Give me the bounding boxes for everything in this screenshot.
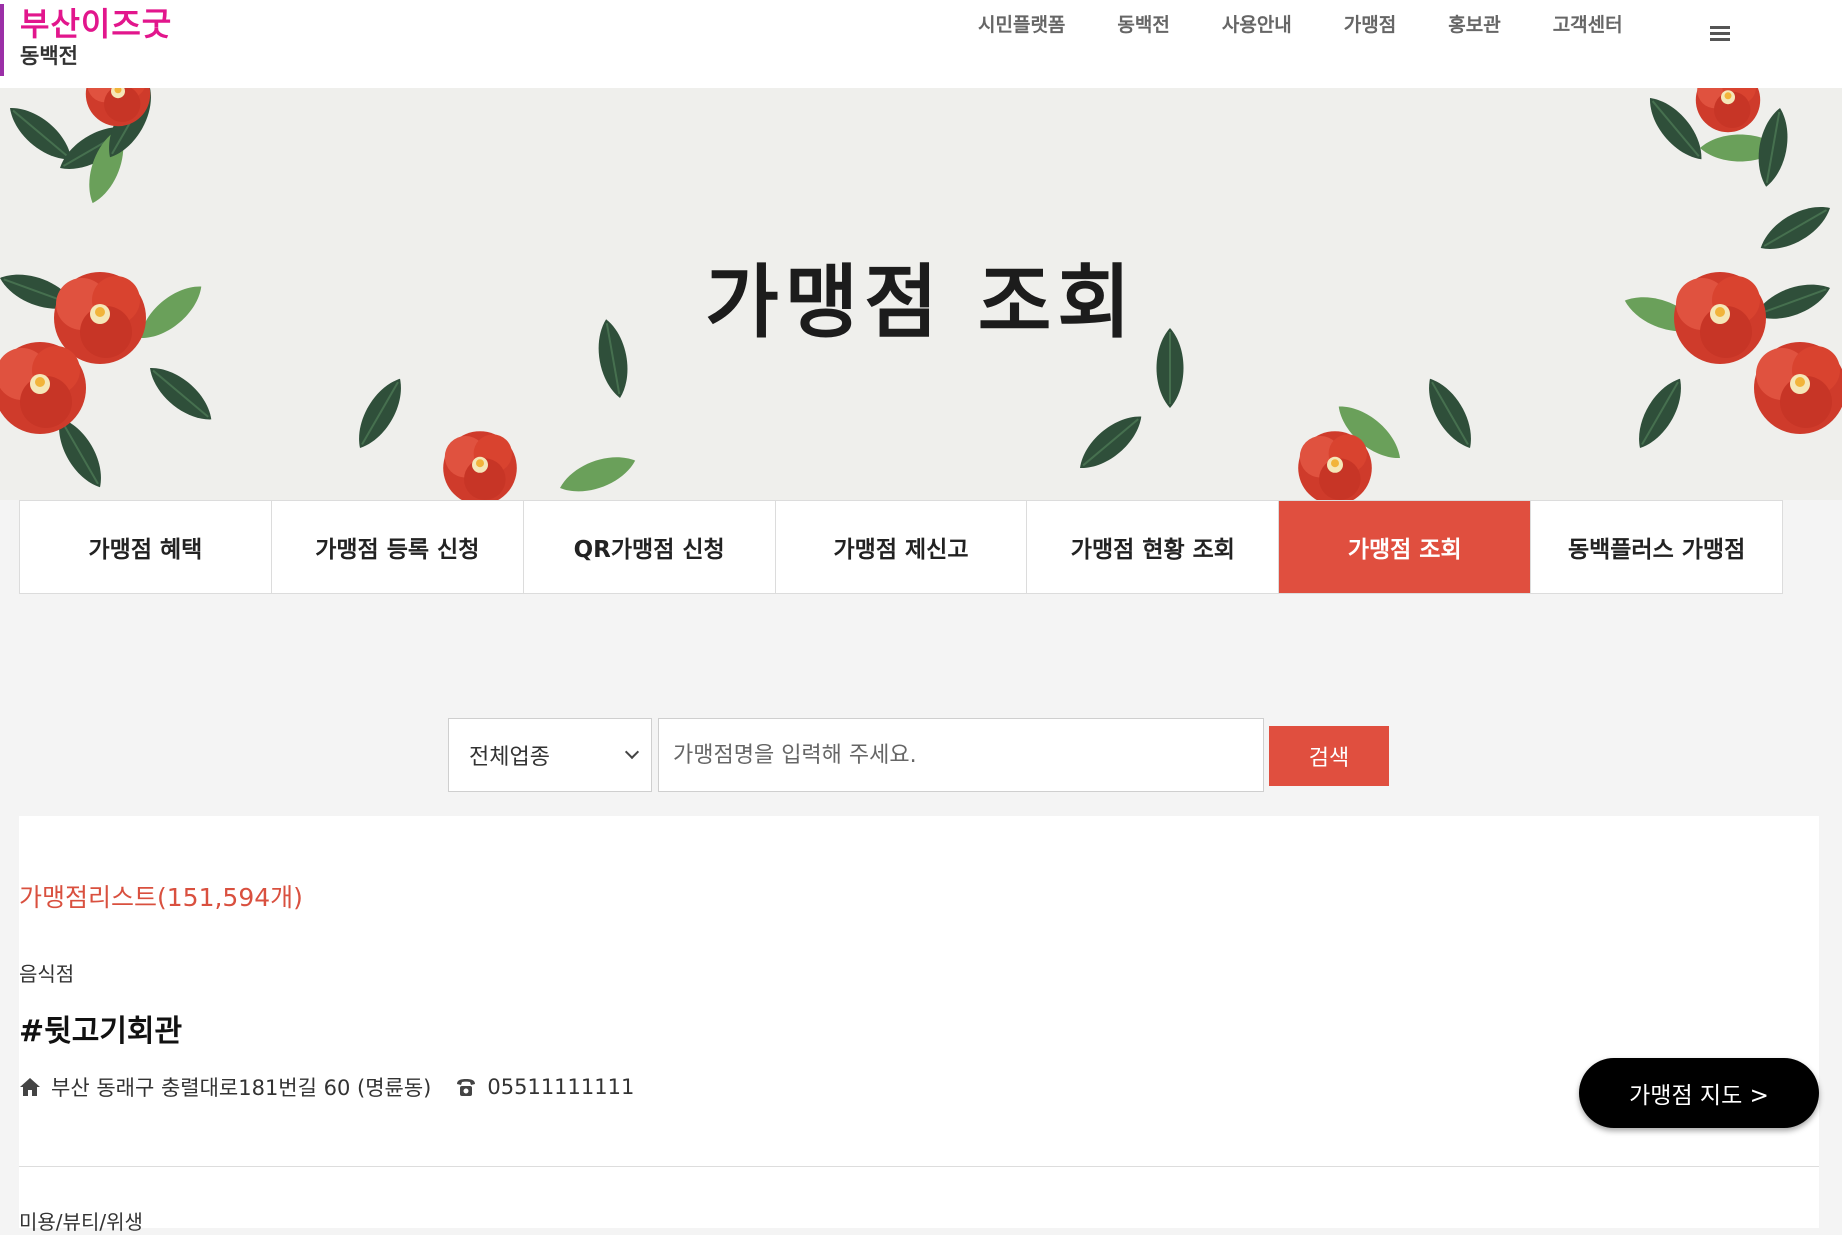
logo-main-text: 부산이즈굿 [20,5,173,43]
item-category: 미용/뷰티/위생 [19,1210,143,1234]
tab-merchant-registration[interactable]: 가맹점 등록 신청 [272,501,524,593]
nav-item-usage-guide[interactable]: 사용안내 [1222,10,1292,40]
tab-qr-merchant-application[interactable]: QR가맹점 신청 [524,501,776,593]
merchant-search-input[interactable] [658,718,1264,792]
category-select-value: 전체업종 [469,745,550,770]
home-icon [20,1078,40,1096]
nav-item-dongbaekjeon[interactable]: 동백전 [1117,10,1169,40]
site-header: 부산이즈굿 동백전 시민플랫폼 동백전 사용안내 가맹점 홍보관 고객센터 [0,0,1842,88]
sub-nav-tabs: 가맹점 혜택 가맹점 등록 신청 QR가맹점 신청 가맹점 제신고 가맹점 현황… [19,500,1783,594]
logo-sub-text: 동백전 [20,44,78,68]
chevron-down-icon [624,744,640,760]
merchant-list-count: 가맹점리스트(151,594개) [19,883,303,912]
page-title: 가맹점 조회 [705,256,1137,349]
results-panel: 가맹점리스트(151,594개) 음식점 #뒷고기회관 부산 동래구 충렬대로1… [19,816,1819,1234]
nav-item-merchants[interactable]: 가맹점 [1344,10,1396,40]
phone-icon [457,1079,476,1096]
site-logo[interactable]: 부산이즈굿 동백전 [0,4,172,76]
nav-item-customer-center[interactable]: 고객센터 [1553,10,1623,40]
tab-dongbaek-plus-merchants[interactable]: 동백플러스 가맹점 [1531,501,1782,593]
tab-merchant-search[interactable]: 가맹점 조회 [1279,501,1532,593]
tab-merchant-status[interactable]: 가맹점 현황 조회 [1027,501,1280,593]
category-select[interactable]: 전체업종 [448,718,652,792]
item-info: 부산 동래구 충렬대로181번길 60 (명륜동) 05511111111 [19,1072,634,1102]
item-phone: 05511111111 [487,1075,635,1099]
tab-merchant-report[interactable]: 가맹점 제신고 [776,501,1028,593]
hero-banner: 가맹점 조회 [0,88,1842,500]
item-address: 부산 동래구 충렬대로181번길 60 (명륜동) [51,1076,432,1100]
main-nav: 시민플랫폼 동백전 사용안내 가맹점 홍보관 고객센터 [978,10,1675,40]
tab-merchant-benefits[interactable]: 가맹점 혜택 [20,501,272,593]
merchant-map-button[interactable]: 가맹점 지도 > [1579,1058,1819,1128]
item-category: 음식점 [19,962,75,986]
item-name: #뒷고기회관 [19,1014,183,1049]
nav-item-promotion[interactable]: 홍보관 [1448,10,1500,40]
nav-item-citizen-platform[interactable]: 시민플랫폼 [978,10,1065,40]
item-divider [19,1166,1819,1167]
search-button[interactable]: 검색 [1269,726,1389,786]
hamburger-menu-icon[interactable] [1710,26,1730,42]
